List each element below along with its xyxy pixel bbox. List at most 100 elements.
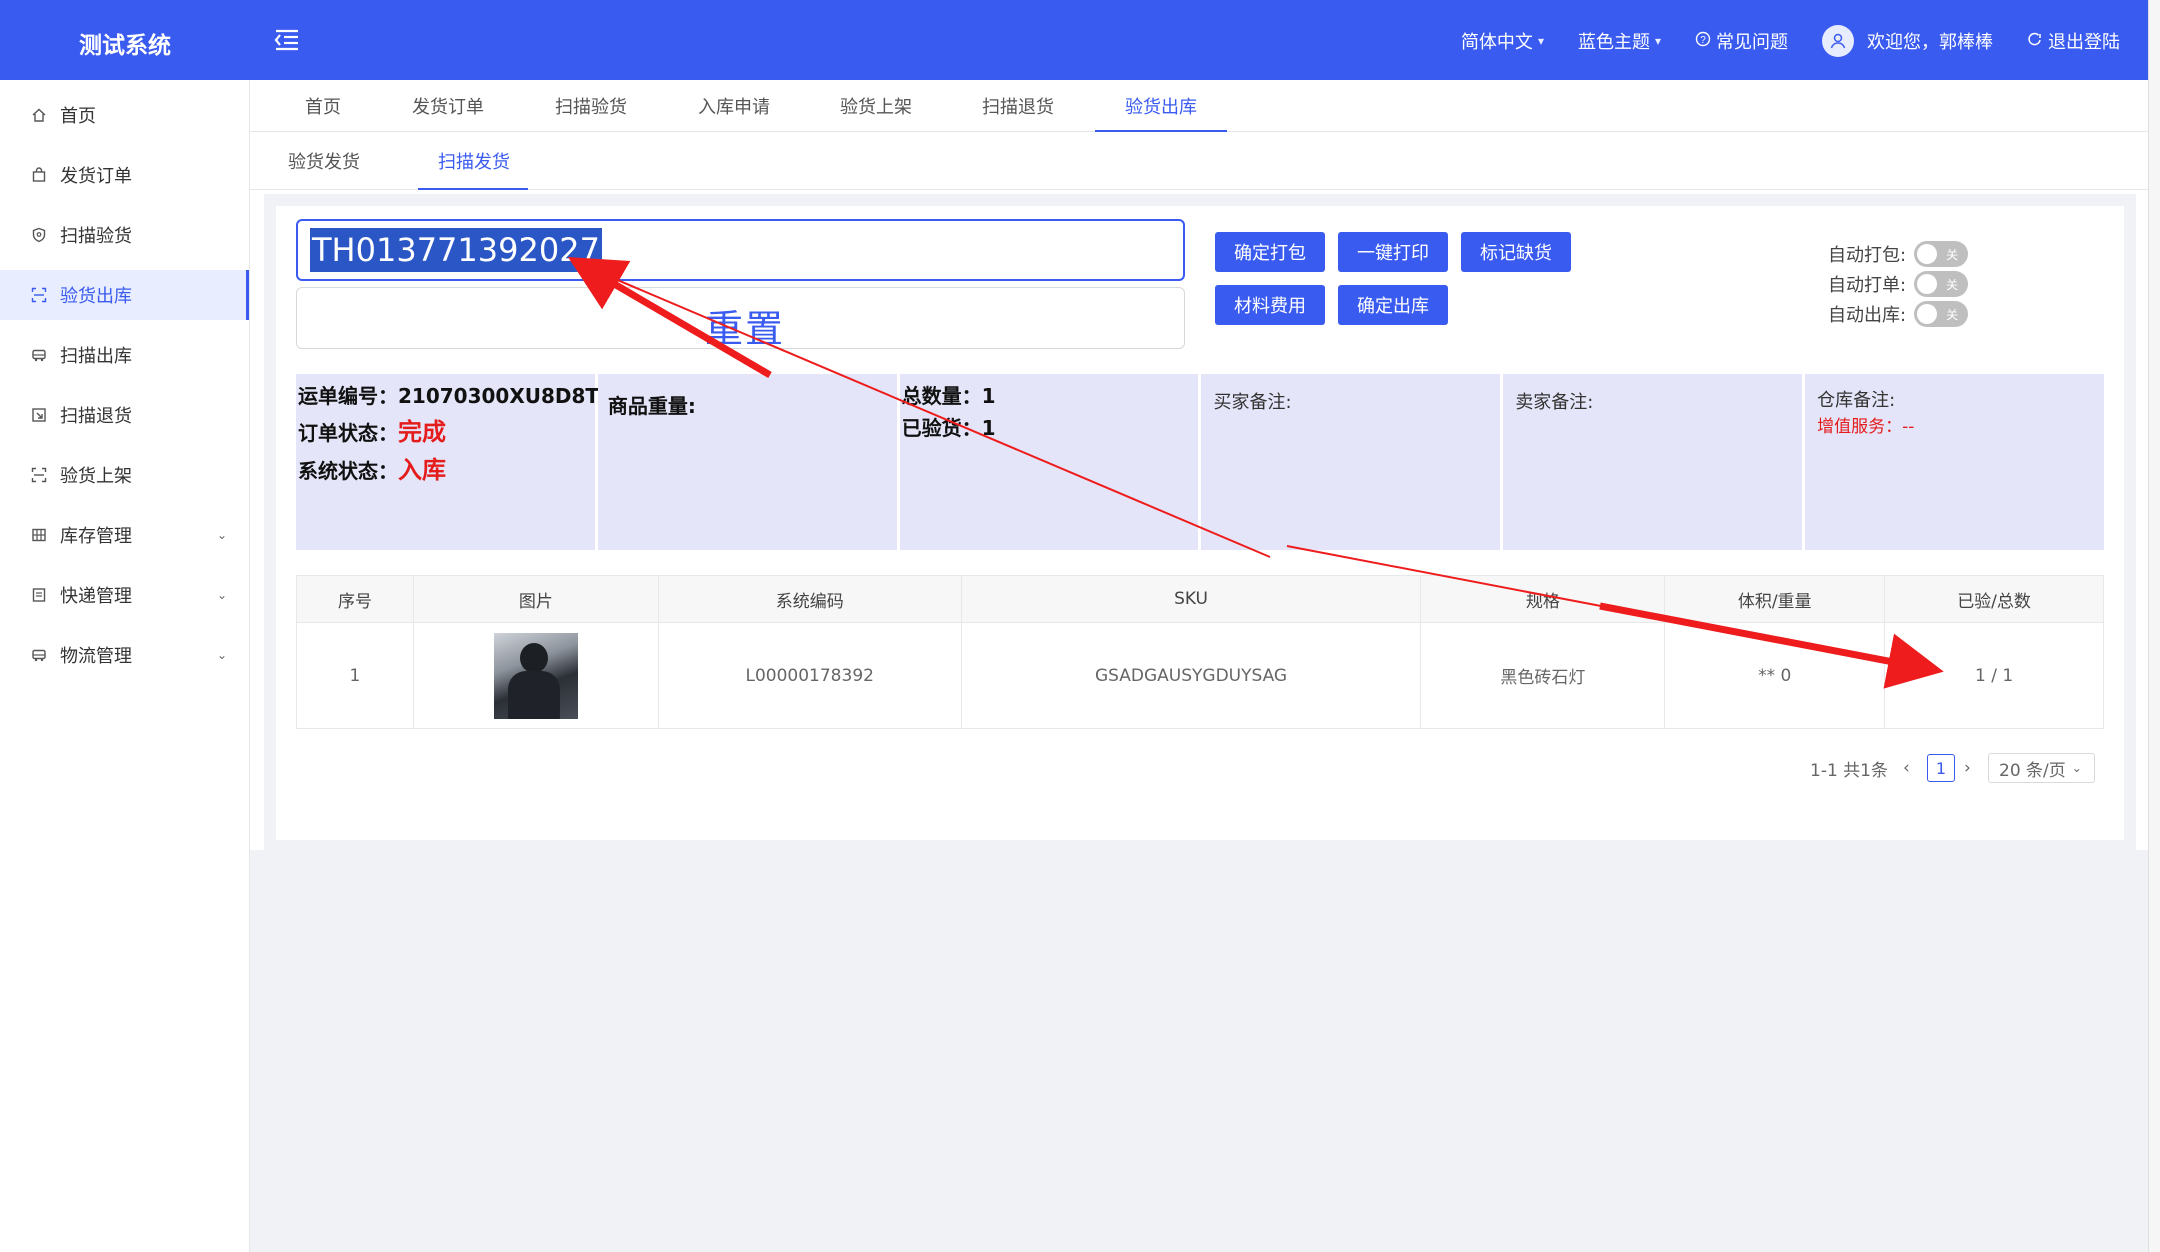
total-line: 总数量：1	[902, 380, 996, 409]
product-thumbnail[interactable]	[493, 632, 578, 719]
col-sku: SKU	[960, 575, 1422, 623]
confirm-outbound-button[interactable]: 确定出库	[1338, 285, 1448, 325]
subtab-scan-ship[interactable]: 扫描发货	[418, 132, 528, 190]
cell-system-code: L00000178392	[657, 622, 962, 729]
checked-value: 1	[981, 416, 996, 440]
mark-missing-button[interactable]: 标记缺货	[1461, 232, 1571, 272]
reset-label: 重置	[705, 307, 786, 351]
scan-input-value: TH013771392027	[310, 228, 602, 272]
toggle-state: 关	[1946, 247, 1959, 262]
col-volume-weight: 体积/重量	[1664, 575, 1886, 623]
page-scrollbar[interactable]	[2148, 0, 2160, 1252]
subtab-inspect-ship[interactable]: 验货发货	[288, 132, 360, 190]
logout-link[interactable]: 退出登陆	[2027, 28, 2120, 54]
theme-select[interactable]: 蓝色主题 ▾	[1578, 28, 1661, 54]
page-background	[250, 850, 2148, 1252]
scan-input[interactable]: TH013771392027	[296, 219, 1185, 281]
sidebar-item-inspect-shelve[interactable]: 验货上架	[0, 450, 249, 500]
chevron-down-icon: ⌄	[216, 528, 227, 542]
route-tabs: 首页 发货订单 扫描验货 入库申请 验货上架 扫描退货 验货出库	[250, 80, 2148, 132]
items-table: 序号 图片 系统编码 SKU 规格 体积/重量 已验/总数 1 L0000017…	[296, 575, 2104, 729]
cell-index: 1	[296, 622, 414, 729]
confirm-pack-button[interactable]: 确定打包	[1215, 232, 1325, 272]
truck-icon	[30, 646, 48, 664]
waybill-number: 21070300XU8D8T	[398, 384, 600, 408]
print-all-button[interactable]: 一键打印	[1338, 232, 1448, 272]
order-status-line: 订单状态：完成	[298, 412, 446, 447]
buyer-note-label: 买家备注:	[1213, 392, 1292, 413]
toggle-state: 关	[1946, 277, 1959, 292]
return-icon	[30, 406, 48, 424]
sidebar-item-scan-outbound[interactable]: 扫描出库	[0, 330, 249, 380]
tab-inbound-request[interactable]: 入库申请	[698, 80, 770, 132]
question-circle-icon: ?	[1695, 31, 1711, 52]
sidebar-item-home[interactable]: 首页	[0, 90, 249, 140]
chevron-down-icon: ⌄	[216, 648, 227, 662]
cell-image	[412, 622, 659, 729]
sidebar-item-inspect-outbound[interactable]: 验货出库	[0, 270, 249, 320]
tab-inspect-shelve[interactable]: 验货上架	[840, 80, 912, 132]
prev-page-icon[interactable]: ‹	[1903, 753, 1910, 783]
sidebar: 首页 发货订单 扫描验货 验货出库 扫描出库 扫描退货 验货上架 库存管理 ⌄ …	[0, 80, 250, 1252]
next-page-icon[interactable]: ›	[1964, 753, 1971, 783]
cell-checked-total: 1 / 1	[1884, 622, 2104, 729]
value-added-service: 增值服务：--	[1817, 417, 1915, 437]
sidebar-item-label: 验货出库	[60, 286, 132, 307]
pagination-summary: 1-1 共1条	[1810, 760, 1888, 781]
language-select[interactable]: 简体中文 ▾	[1461, 28, 1544, 54]
faq-link[interactable]: ? 常见问题	[1695, 28, 1788, 54]
sidebar-item-express[interactable]: 快递管理 ⌄	[0, 570, 249, 620]
checked-label: 已验货：	[901, 416, 982, 440]
sidebar-item-label: 扫描验货	[60, 226, 132, 247]
total-value: 1	[981, 384, 996, 408]
auto-pack-toggle[interactable]: 关	[1914, 241, 1969, 267]
scan-icon	[30, 466, 48, 484]
scan-icon	[30, 286, 48, 304]
system-status-label: 系统状态：	[298, 459, 398, 483]
chevron-down-icon: ⌄	[2071, 761, 2082, 775]
checked-line: 已验货：1	[902, 412, 996, 441]
reset-button[interactable]: 重置	[296, 287, 1185, 351]
total-label: 总数量：	[901, 384, 982, 408]
user-menu[interactable]: 欢迎您，郭棒棒	[1822, 25, 1993, 57]
order-info-grid: 运单编号：21070300XU8D8T 订单状态：完成 系统状态：入库 商品重量…	[296, 374, 2104, 550]
sidebar-item-label: 首页	[60, 106, 96, 127]
sidebar-item-logistics[interactable]: 物流管理 ⌄	[0, 630, 249, 680]
tab-shipping-orders[interactable]: 发货订单	[412, 80, 484, 132]
table-row: 1 L00000178392 GSADGAUSYGDUYSAG 黑色砖石灯 **…	[296, 622, 2104, 729]
page-number-current[interactable]: 1	[1927, 754, 1955, 782]
sidebar-item-shipping-orders[interactable]: 发货订单	[0, 150, 249, 200]
order-status-value: 完成	[398, 418, 446, 446]
info-cell-warehouse-note: 仓库备注: 增值服务：--	[1805, 374, 2104, 550]
theme-label: 蓝色主题	[1577, 32, 1650, 53]
app-root: 测试系统 简体中文 ▾ 蓝色主题 ▾ ? 常见问题 欢迎您，郭棒棒 退出登陆 首…	[0, 0, 2160, 1252]
menu-collapse-icon[interactable]	[272, 24, 302, 54]
col-checked-total: 已验/总数	[1884, 575, 2104, 623]
tab-home[interactable]: 首页	[305, 80, 341, 132]
shield-icon	[30, 226, 48, 244]
col-image: 图片	[412, 575, 659, 623]
system-status-value: 入库	[398, 456, 446, 484]
sidebar-item-scan-inspect[interactable]: 扫描验货	[0, 210, 249, 260]
sub-tabs: 验货发货 扫描发货	[250, 132, 2148, 190]
cell-spec: 黑色砖石灯	[1420, 622, 1666, 729]
auto-outbound-toggle[interactable]: 关	[1914, 301, 1969, 327]
warehouse-note-label: 仓库备注:	[1817, 390, 1896, 411]
info-cell-quantity: 总数量：1 已验货：1	[899, 374, 1199, 550]
info-cell-buyer-note: 买家备注:	[1201, 374, 1501, 550]
truck-icon	[30, 346, 48, 364]
tab-inspect-outbound[interactable]: 验货出库	[1095, 80, 1227, 132]
chevron-down-icon: ▾	[1654, 34, 1661, 48]
app-logo-title: 测试系统	[79, 33, 171, 59]
waybill-line: 运单编号：21070300XU8D8T	[298, 380, 599, 409]
col-system-code: 系统编码	[657, 575, 962, 623]
material-fee-button[interactable]: 材料费用	[1215, 285, 1325, 325]
tab-scan-return[interactable]: 扫描退货	[982, 80, 1054, 132]
tab-scan-inspect[interactable]: 扫描验货	[555, 80, 627, 132]
order-status-label: 订单状态：	[298, 421, 398, 445]
auto-print-toggle[interactable]: 关	[1914, 271, 1969, 297]
sidebar-item-scan-return[interactable]: 扫描退货	[0, 390, 249, 440]
list-icon	[30, 586, 48, 604]
sidebar-item-inventory[interactable]: 库存管理 ⌄	[0, 510, 249, 560]
page-size-select[interactable]: 20 条/页 ⌄	[1988, 753, 2095, 783]
